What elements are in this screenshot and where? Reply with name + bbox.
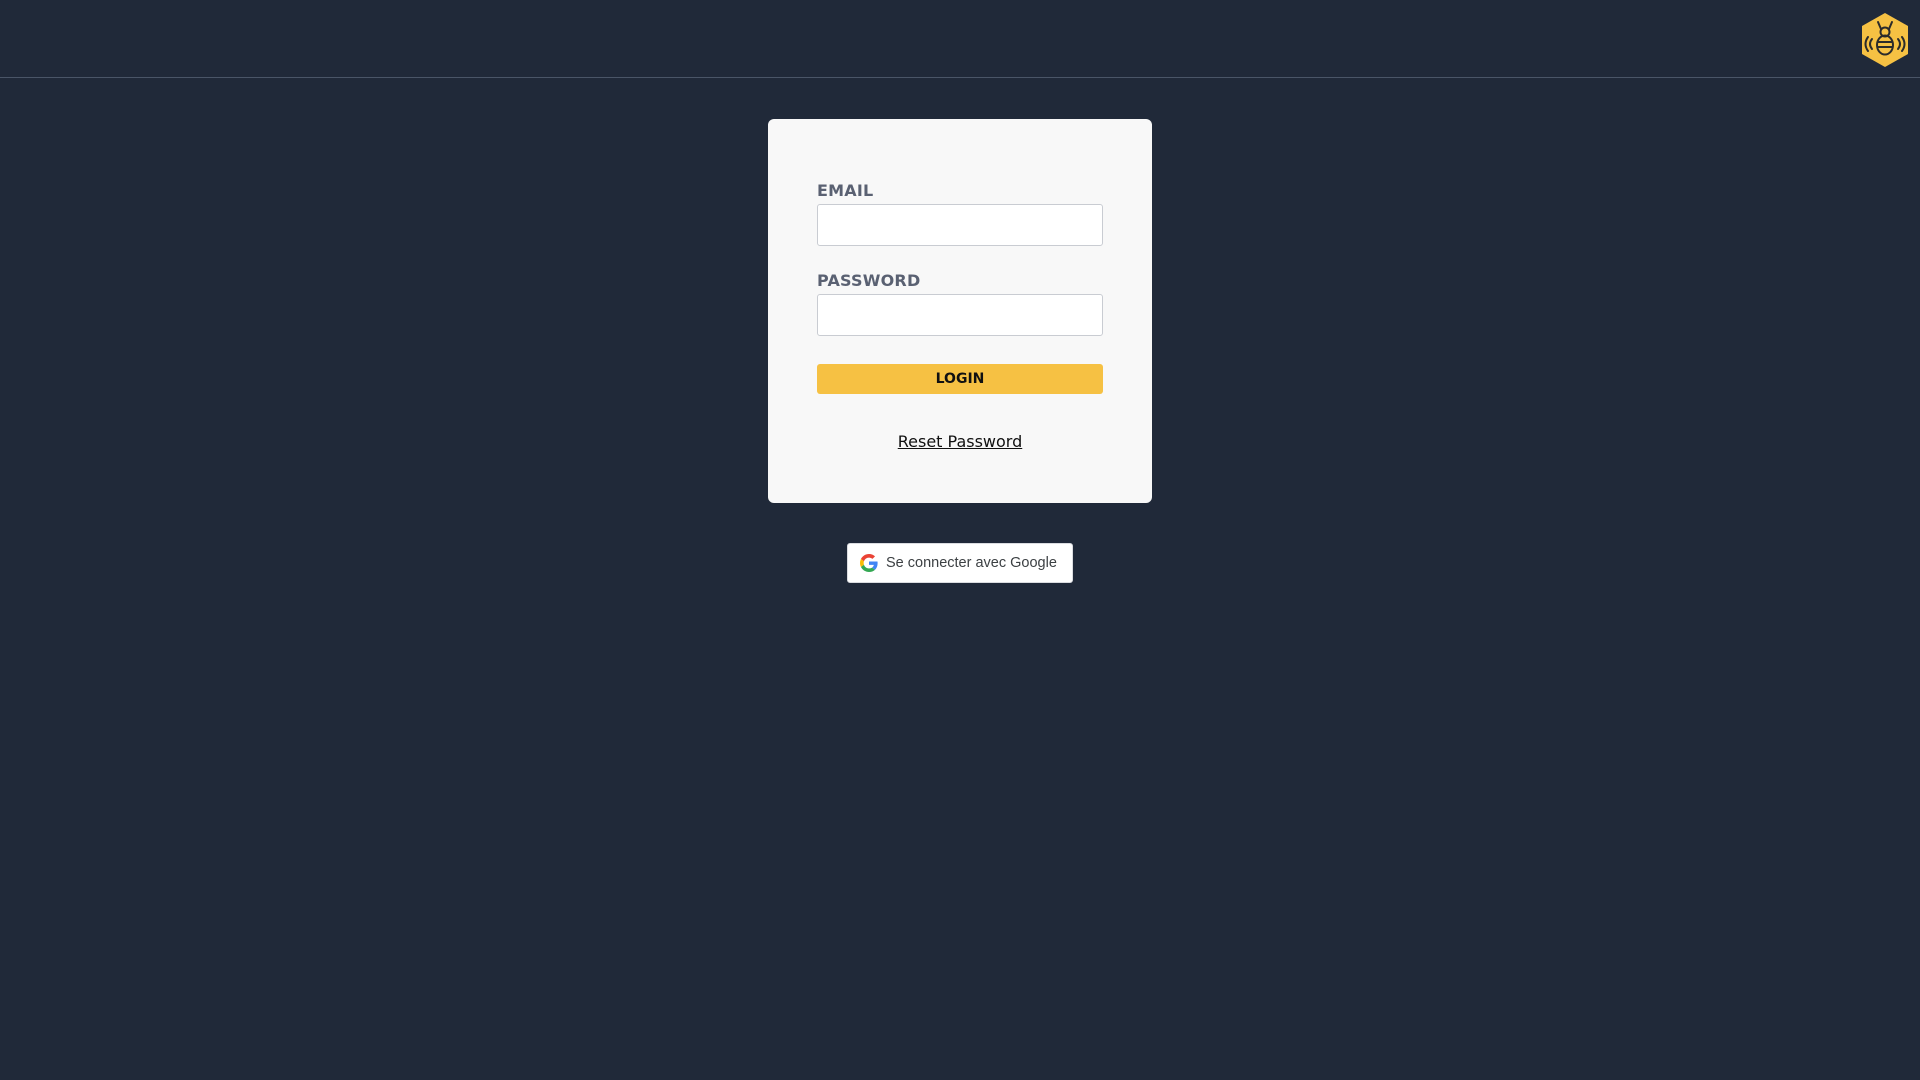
login-button[interactable]: LOGIN bbox=[817, 364, 1103, 394]
google-g-icon bbox=[860, 554, 878, 572]
email-label: EMAIL bbox=[817, 181, 874, 200]
login-card: EMAIL PASSWORD LOGIN Reset Password bbox=[768, 119, 1152, 503]
reset-password-link[interactable]: Reset Password bbox=[768, 432, 1152, 451]
top-bar bbox=[0, 0, 1920, 78]
bee-hexagon-icon[interactable] bbox=[1860, 12, 1910, 68]
google-signin-label: Se connecter avec Google bbox=[886, 555, 1057, 571]
password-label: PASSWORD bbox=[817, 271, 921, 290]
email-field[interactable] bbox=[817, 204, 1103, 246]
google-signin-button[interactable]: Se connecter avec Google bbox=[847, 543, 1073, 583]
password-field[interactable] bbox=[817, 294, 1103, 336]
